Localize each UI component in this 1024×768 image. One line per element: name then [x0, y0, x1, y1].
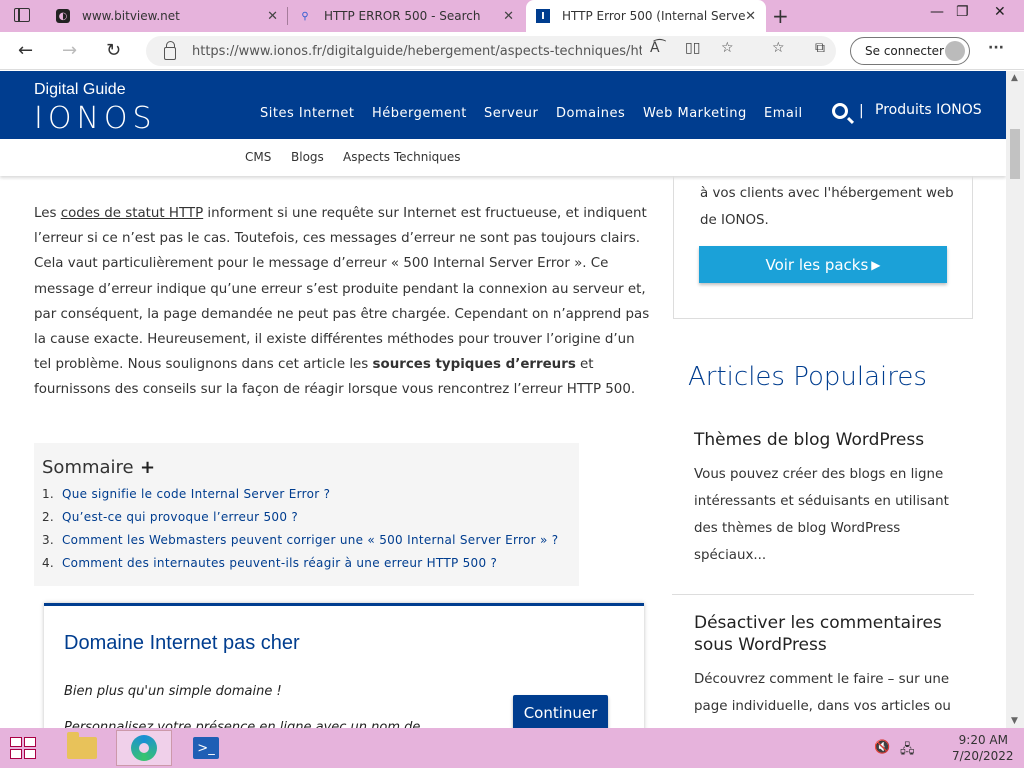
site-header: Digital Guide IONOS Sites Internet Héber… [0, 71, 1006, 139]
popular-article[interactable]: Thèmes de blog WordPress Vous pouvez cré… [694, 429, 964, 569]
forward-button[interactable]: → [62, 40, 77, 61]
promo-subtitle: Bien plus qu'un simple domaine ! [64, 684, 282, 699]
lock-icon[interactable] [164, 40, 176, 60]
clock-date: 7/20/2022 [952, 749, 1014, 763]
nav-hebergement[interactable]: Hébergement [372, 106, 467, 121]
read-aloud-icon[interactable]: A͡ [650, 40, 660, 56]
sub-navigation: CMS Blogs Aspects Techniques [0, 139, 1006, 176]
popular-article[interactable]: Désactiver les commentaires sous WordPre… [694, 612, 964, 720]
table-of-contents: Sommaire + 1. Que signifie le code Intern… [34, 443, 579, 586]
bold-phrase: sources typiques d’erreurs [372, 357, 576, 373]
nav-domaines[interactable]: Domaines [556, 106, 625, 121]
expand-icon[interactable]: + [140, 457, 155, 478]
volume-muted-icon[interactable]: 🔇 [874, 740, 890, 755]
file-explorer-icon[interactable] [54, 730, 110, 766]
close-window-button[interactable]: ✕ [994, 4, 1006, 20]
avatar-icon [945, 41, 965, 61]
tab-bitview[interactable]: ◐ www.bitview.net ✕ [46, 0, 288, 32]
popular-article-title[interactable]: Désactiver les commentaires sous WordPre… [694, 612, 964, 656]
app-window: ◐ www.bitview.net ✕ ⚲ HTTP ERROR 500 - S… [0, 0, 1024, 768]
bitview-icon: ◐ [56, 9, 70, 23]
hosting-promo-text: à vos clients avec l'hébergement web de … [700, 186, 954, 228]
search-icon: ⚲ [301, 10, 309, 22]
toc-list: 1. Que signifie le code Internal Server E… [42, 487, 582, 579]
caret-right-icon: ▶ [871, 257, 881, 272]
taskbar: >_ 🔇 🖧 9:20 AM 7/20/2022 [0, 728, 1024, 768]
popular-article-desc: Découvrez comment le faire – sur une pag… [694, 672, 951, 714]
toc-title: Sommaire [42, 457, 134, 478]
minimize-button[interactable]: — [930, 4, 944, 20]
collections-icon[interactable]: ⧉ [815, 40, 825, 56]
maximize-button[interactable]: ❐ [956, 4, 969, 20]
toc-item[interactable]: 2. Qu’est-ce qui provoque l’erreur 500 ? [42, 510, 582, 533]
tab-actions-icon[interactable] [14, 8, 30, 22]
network-icon[interactable]: 🖧 [900, 740, 915, 762]
popular-article-desc: Vous pouvez créer des blogs en ligne int… [694, 467, 949, 563]
scroll-thumb[interactable] [1010, 129, 1020, 179]
logo-ionos[interactable]: IONOS [34, 101, 157, 136]
tab-title: HTTP ERROR 500 - Search [324, 9, 481, 23]
status-codes-link[interactable]: codes de statut HTTP [61, 206, 203, 221]
promo-title: Domaine Internet pas cher [64, 632, 300, 654]
edge-icon[interactable] [116, 730, 172, 766]
close-icon[interactable]: ✕ [745, 9, 756, 24]
refresh-button[interactable]: ↻ [106, 40, 121, 61]
close-icon[interactable]: ✕ [267, 9, 278, 24]
tab-title: HTTP Error 500 (Internal Server) [562, 9, 752, 23]
subnav-blogs[interactable]: Blogs [291, 150, 324, 164]
close-icon[interactable]: ✕ [503, 9, 514, 24]
produits-ionos-link[interactable]: Produits IONOS [875, 102, 982, 118]
continuer-button[interactable]: Continuer [513, 695, 608, 731]
toc-item[interactable]: 4. Comment des internautes peuvent-ils ré… [42, 556, 582, 579]
signin-label: Se connecter [865, 44, 944, 58]
tab-title: www.bitview.net [82, 9, 180, 23]
voir-les-packs-button[interactable]: Voir les packs ▶ [699, 246, 947, 283]
clock[interactable]: 9:20 AM 7/20/2022 [952, 732, 1014, 764]
popular-articles-title: Articles Populaires [688, 362, 927, 392]
tab-ionos[interactable]: I HTTP Error 500 (Internal Server) ✕ [526, 0, 766, 32]
clock-time: 9:20 AM [958, 733, 1008, 747]
tab-strip: ◐ www.bitview.net ✕ ⚲ HTTP ERROR 500 - S… [0, 0, 1024, 32]
new-tab-button[interactable]: + [772, 4, 789, 28]
reader-view-icon[interactable]: ▯▯ [685, 40, 700, 56]
article-intro: Les codes de statut HTTP informent si un… [34, 206, 650, 398]
signin-button[interactable]: Se connecter [850, 37, 970, 65]
nav-email[interactable]: Email [764, 106, 803, 121]
toc-item[interactable]: 1. Que signifie le code Internal Server E… [42, 487, 582, 510]
hosting-promo-box: à vos clients avec l'hébergement web de … [673, 176, 973, 319]
popular-article-title[interactable]: Thèmes de blog WordPress [694, 429, 964, 451]
browser-toolbar: ← → ↻ https://www.ionos.fr/digitalguide/… [0, 32, 1024, 70]
scroll-up-icon[interactable]: ▲ [1011, 73, 1018, 83]
page-scrollbar[interactable]: ▲ ▼ [1006, 71, 1024, 728]
logo-digital-guide[interactable]: Digital Guide [34, 81, 126, 99]
nav-sites-internet[interactable]: Sites Internet [260, 106, 354, 121]
powershell-icon[interactable]: >_ [178, 730, 234, 766]
windows-start-icon[interactable] [10, 737, 38, 761]
toc-item[interactable]: 3. Comment les Webmasters peuvent corrige… [42, 533, 582, 556]
more-menu-icon[interactable]: ··· [988, 40, 1004, 56]
domain-promo-card: Domaine Internet pas cher Bien plus qu'u… [44, 603, 644, 735]
divider: | [859, 103, 864, 119]
favorites-icon[interactable]: ☆ [772, 40, 785, 56]
nav-web-marketing[interactable]: Web Marketing [643, 106, 747, 121]
add-favorite-icon[interactable]: ☆ [721, 40, 734, 56]
ionos-icon: I [536, 9, 550, 23]
url-text[interactable]: https://www.ionos.fr/digitalguide/heberg… [192, 44, 642, 59]
search-icon[interactable] [832, 103, 848, 119]
back-button[interactable]: ← [18, 40, 33, 61]
tab-search[interactable]: ⚲ HTTP ERROR 500 - Search ✕ [288, 0, 524, 32]
divider [672, 594, 974, 595]
nav-serveur[interactable]: Serveur [484, 106, 538, 121]
subnav-cms[interactable]: CMS [245, 150, 271, 164]
subnav-aspects-techniques[interactable]: Aspects Techniques [343, 150, 461, 164]
scroll-down-icon[interactable]: ▼ [1011, 716, 1018, 726]
